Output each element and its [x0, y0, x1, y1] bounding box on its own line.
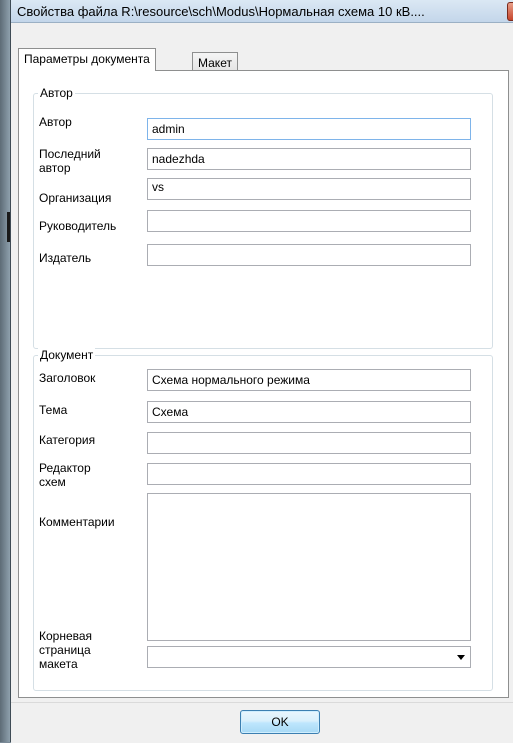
- publisher-field[interactable]: [147, 244, 471, 266]
- chevron-down-icon[interactable]: [457, 655, 465, 660]
- file-properties-dialog: Свойства файла R:\resource\sch\Modus\Нор…: [10, 0, 513, 743]
- close-icon[interactable]: [507, 2, 513, 21]
- comments-label: Комментарии: [39, 515, 115, 529]
- background-window-edge: [0, 0, 10, 742]
- last-author-label: Последний автор: [39, 147, 101, 175]
- tab-document-parameters[interactable]: Параметры документа: [18, 48, 156, 71]
- publisher-label: Издатель: [39, 251, 92, 265]
- title-bar[interactable]: Свойства файла R:\resource\sch\Modus\Нор…: [11, 0, 513, 23]
- organization-field[interactable]: vs: [147, 178, 471, 200]
- category-label: Категория: [39, 433, 96, 447]
- dialog-footer: OK: [11, 702, 513, 743]
- root-layout-page-select[interactable]: [147, 646, 471, 668]
- category-field[interactable]: [147, 432, 471, 454]
- manager-label: Руководитель: [39, 219, 117, 233]
- tab-panel: Автор Автор admin Последний автор nadezh…: [18, 70, 509, 698]
- title-field[interactable]: Схема нормального режима: [147, 369, 471, 391]
- author-field[interactable]: admin: [147, 118, 471, 140]
- author-group-legend: Автор: [38, 86, 75, 100]
- manager-field[interactable]: [147, 210, 471, 232]
- window-title: Свойства файла R:\resource\sch\Modus\Нор…: [17, 4, 425, 19]
- root-layout-page-label: Корневая страница макета: [39, 629, 93, 671]
- comments-textarea[interactable]: [147, 493, 471, 641]
- organization-label: Организация: [39, 191, 112, 205]
- last-author-field[interactable]: nadezhda: [147, 148, 471, 170]
- author-label: Автор: [39, 115, 72, 129]
- ok-button[interactable]: OK: [240, 710, 320, 734]
- subject-label: Тема: [39, 403, 68, 417]
- document-group-legend: Документ: [38, 348, 96, 362]
- schema-editor-label: Редактор схем: [39, 461, 91, 489]
- subject-field[interactable]: Схема: [147, 401, 471, 423]
- schema-editor-field[interactable]: [147, 463, 471, 485]
- title-label: Заголовок: [39, 371, 96, 385]
